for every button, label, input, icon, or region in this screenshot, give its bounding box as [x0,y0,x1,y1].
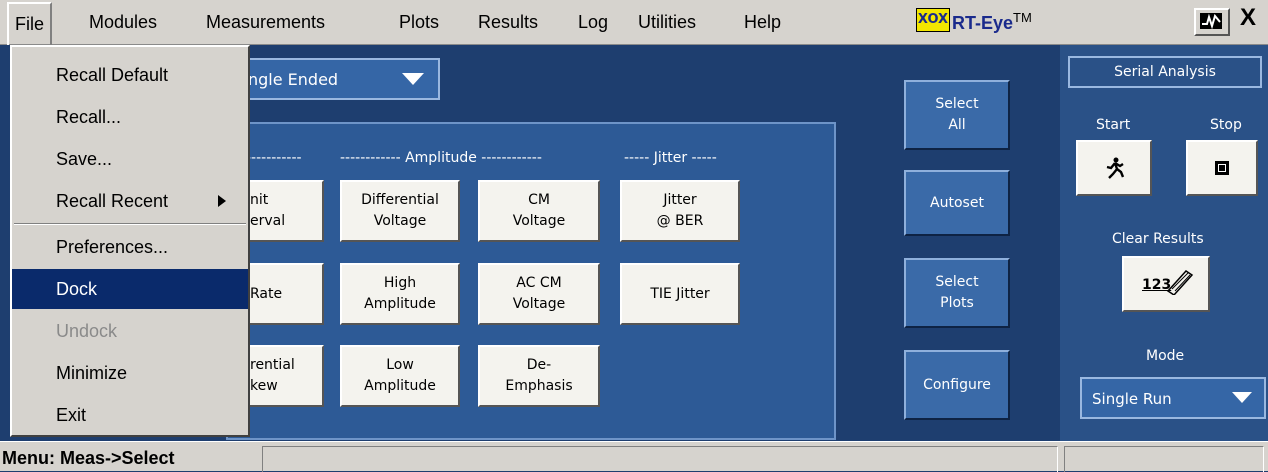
btn-line: Select [935,274,979,290]
running-man-icon [1106,157,1125,179]
rt-eye-logo-icon: XOX [916,8,950,32]
mode-value: Single Run [1092,390,1172,408]
app-title-text: RT-Eye [952,13,1014,33]
eraser-shape-icon [1166,270,1194,295]
btn-line: Autoset [930,194,984,211]
differential-skew-button[interactable]: rential kew [238,345,324,407]
btn-line: AC CM [516,275,562,291]
menu-log[interactable]: Log [572,0,614,45]
menu-results[interactable]: Results [472,0,544,45]
btn-line: @ BER [656,213,704,229]
btn-line: Plots [940,295,974,311]
signal-type-value: ngle Ended [248,70,339,89]
menu-item-recall-recent[interactable]: Recall Recent [12,181,248,221]
select-plots-button[interactable]: Select Plots [904,258,1010,328]
chevron-down-icon [402,73,424,85]
menu-item-recall[interactable]: Recall... [12,97,248,137]
menu-help[interactable]: Help [738,0,787,45]
file-menu-dropdown: Recall Default Recall... Save... Recall … [10,45,250,437]
menu-item-exit[interactable]: Exit [12,395,248,435]
btn-line: Select [935,96,979,112]
btn-line: rential [250,357,295,373]
menu-plots[interactable]: Plots [393,0,445,45]
bit-rate-button[interactable]: Rate [238,263,324,325]
menu-item-minimize[interactable]: Minimize [12,353,248,393]
btn-line: Amplitude [364,378,436,394]
jitter-at-ber-button[interactable]: Jitter @ BER [620,180,740,242]
select-all-button[interactable]: Select All [904,80,1010,150]
serial-analysis-title: Serial Analysis [1068,56,1262,88]
btn-line: Low [386,357,414,373]
menu-item-dock[interactable]: Dock [12,269,248,309]
stop-square-icon [1215,161,1229,175]
de-emphasis-button[interactable]: De- Emphasis [478,345,600,407]
differential-voltage-button[interactable]: Differential Voltage [340,180,460,242]
eraser-icon: 123 [1136,269,1196,299]
unit-interval-button[interactable]: nit erval [238,180,324,242]
stop-button[interactable] [1186,140,1258,196]
tie-jitter-button[interactable]: TIE Jitter [620,263,740,325]
menu-item-undock: Undock [56,321,118,341]
clear-results-label: Clear Results [1112,231,1204,247]
start-label: Start [1096,117,1131,133]
clear-results-button[interactable]: 123 [1122,256,1210,312]
btn-line: Rate [250,285,283,302]
signal-type-dropdown[interactable]: ngle Ended [232,58,440,100]
autoset-button[interactable]: Autoset [904,170,1010,236]
mode-label: Mode [1146,348,1185,364]
btn-line: TIE Jitter [650,285,710,302]
btn-line: Emphasis [505,378,573,394]
btn-line: Jitter [663,192,697,208]
group-label-amplitude: ------------ Amplitude ------------ [340,150,542,166]
mode-dropdown[interactable]: Single Run [1080,377,1266,419]
btn-line: nit [250,192,269,208]
menu-measurements[interactable]: Measurements [200,0,331,45]
btn-line: Configure [923,376,991,393]
menu-item-preferences[interactable]: Preferences... [12,227,248,267]
status-text: Menu: Meas->Select [2,448,175,468]
menu-item-label: Recall Recent [56,191,169,211]
status-field [262,446,1058,472]
menu-utilities[interactable]: Utilities [632,0,702,45]
menu-item-recall-default[interactable]: Recall Default [12,55,248,95]
start-button[interactable] [1076,140,1152,196]
btn-line: All [948,117,966,133]
btn-line: Voltage [512,213,566,229]
btn-line: Voltage [512,296,566,312]
status-field [1064,446,1264,472]
btn-line: erval [250,213,286,229]
btn-line: Amplitude [364,296,436,312]
close-icon[interactable]: X [1240,4,1256,32]
dock-toggle-button[interactable] [1194,8,1230,36]
configure-button[interactable]: Configure [904,350,1010,420]
group-label-jitter: ----- Jitter ----- [624,150,717,166]
low-amplitude-button[interactable]: Low Amplitude [340,345,460,407]
chevron-right-icon [218,195,226,207]
high-amplitude-button[interactable]: High Amplitude [340,263,460,325]
app-title: RT-EyeTM [952,10,1032,34]
btn-line: De- [526,357,552,373]
ac-cm-voltage-button[interactable]: AC CM Voltage [478,263,600,325]
btn-line: Differential [361,192,439,208]
btn-line: CM [528,192,550,208]
btn-line: High [383,275,417,291]
stop-label: Stop [1210,117,1242,133]
menu-bar: File Modules Measurements Plots Results … [0,0,1268,46]
status-bar: Menu: Meas->Select [0,441,1268,472]
menu-item-save[interactable]: Save... [12,139,248,179]
cm-voltage-button[interactable]: CM Voltage [478,180,600,242]
chevron-down-icon [1232,392,1252,403]
menu-modules[interactable]: Modules [83,0,163,45]
menu-file[interactable]: File [7,2,53,46]
btn-line: Voltage [373,213,427,229]
trademark-sup: TM [1013,10,1032,25]
group-label-left: ----------- [246,150,302,166]
btn-line: kew [250,378,278,394]
waveform-icon [1200,13,1222,30]
menu-divider [14,223,246,225]
